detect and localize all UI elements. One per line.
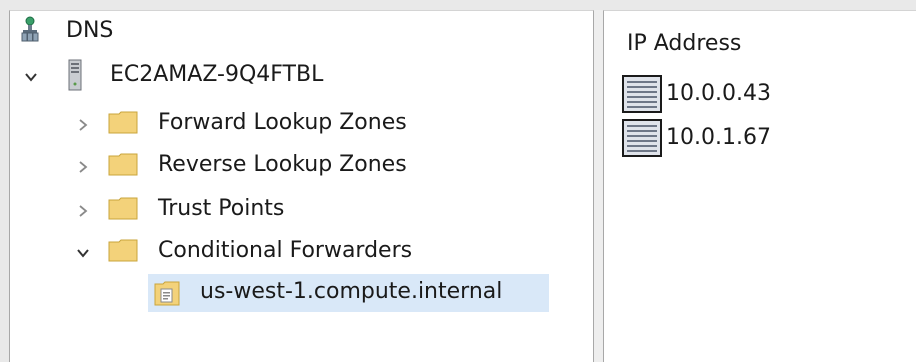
tree-node-forward-lookup-zones[interactable]: Forward Lookup Zones (70, 106, 470, 142)
chevron-down-icon[interactable] (76, 246, 90, 260)
tree-node-trust-points[interactable]: Trust Points (70, 192, 470, 228)
tree-node-dns-label: DNS (66, 18, 114, 43)
tree-node-label: Trust Points (158, 196, 285, 221)
details-pane[interactable] (603, 10, 916, 362)
tree-node-label: Reverse Lookup Zones (158, 152, 407, 177)
server-icon (68, 59, 82, 91)
tree-node-forwarder-label: us-west-1.compute.internal (200, 279, 503, 304)
ip-address-value: 10.0.0.43 (666, 81, 771, 106)
forwarder-zone-icon (154, 281, 180, 306)
tree-node-forwarder-selected[interactable]: us-west-1.compute.internal (148, 274, 549, 312)
chevron-down-icon[interactable] (24, 70, 38, 84)
ip-address-value: 10.0.1.67 (666, 125, 771, 150)
dns-network-icon (20, 16, 40, 46)
tree-node-label: Forward Lookup Zones (158, 110, 407, 135)
tree-node-reverse-lookup-zones[interactable]: Reverse Lookup Zones (70, 148, 470, 184)
tree-node-server-label: EC2AMAZ-9Q4FTBL (110, 62, 324, 87)
chevron-right-icon[interactable] (76, 118, 90, 132)
folder-icon (108, 239, 138, 262)
list-item[interactable]: 10.0.0.43 (622, 74, 822, 113)
list-item[interactable]: 10.0.1.67 (622, 118, 822, 157)
tree-node-label: Conditional Forwarders (158, 238, 413, 263)
chevron-right-icon[interactable] (76, 160, 90, 174)
folder-icon (108, 111, 138, 134)
dns-manager-window: DNS EC2AMAZ-9Q4FTBL Forward Lookup Zones… (0, 0, 916, 362)
folder-icon (108, 153, 138, 176)
folder-icon (108, 197, 138, 220)
tree-node-dns[interactable]: DNS (20, 14, 140, 50)
tree-node-server[interactable]: EC2AMAZ-9Q4FTBL (20, 58, 400, 94)
column-header-ip-address[interactable]: IP Address (627, 30, 741, 58)
ip-record-icon (622, 118, 662, 158)
ip-record-icon (622, 74, 662, 114)
pane-splitter[interactable] (594, 10, 603, 362)
tree-node-conditional-forwarders[interactable]: Conditional Forwarders (70, 234, 470, 270)
chevron-right-icon[interactable] (76, 204, 90, 218)
